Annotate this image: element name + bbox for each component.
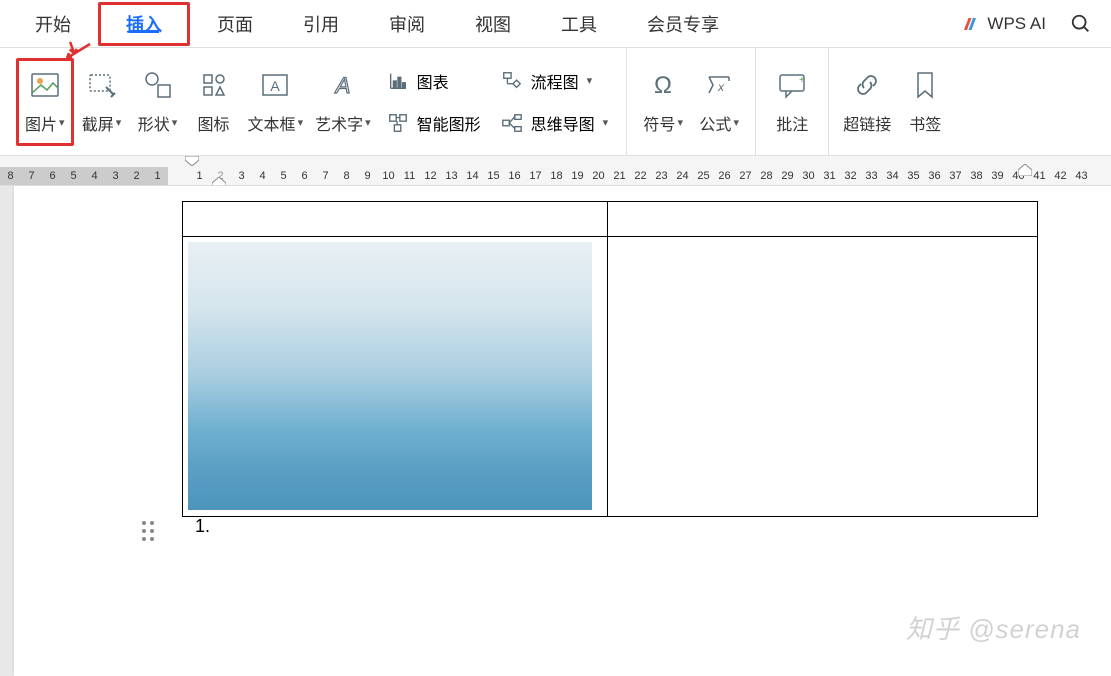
svg-text:+: + xyxy=(799,75,805,86)
hyperlink-button[interactable]: 超链接 xyxy=(837,61,897,143)
list-number-label: 1. xyxy=(195,516,210,537)
ruler-positive-area: 1 2 3 4 5 6 7 8 9 10 11 12 13 14 15 16 1… xyxy=(168,167,1092,185)
ruler-negative-area: 8 7 6 5 4 3 2 1 xyxy=(0,167,168,185)
insert-picture-button[interactable]: 图片▾ xyxy=(16,58,74,146)
shapes-icon xyxy=(142,69,174,101)
svg-text:Ω: Ω xyxy=(654,72,672,99)
table-cell[interactable] xyxy=(183,202,608,237)
mindmap-icon xyxy=(501,112,523,134)
screenshot-icon xyxy=(86,69,118,101)
table-cell[interactable] xyxy=(608,237,1038,517)
first-line-indent-marker-icon[interactable] xyxy=(185,156,199,166)
drag-handle-icon[interactable] xyxy=(140,519,156,543)
flowchart-button[interactable]: 流程图▾ xyxy=(497,62,613,100)
watermark: 知乎 @serena xyxy=(906,609,1081,646)
chevron-down-icon: ▾ xyxy=(172,116,178,129)
textbox-button[interactable]: A 文本框▾ xyxy=(242,61,310,143)
annotation-arrow-icon xyxy=(64,40,94,60)
inserted-image[interactable] xyxy=(188,242,592,510)
symbol-icon: Ω xyxy=(647,69,679,101)
svg-text:x: x xyxy=(717,80,725,94)
smartart-button[interactable]: 智能图形 xyxy=(383,104,485,142)
document-area: 1. 知乎 @serena xyxy=(0,186,1111,676)
equation-button[interactable]: x 公式▾ xyxy=(691,61,747,143)
chevron-down-icon: ▾ xyxy=(677,116,683,129)
tab-bar: 开始 插入 页面 引用 审阅 视图 工具 会员专享 WPS AI xyxy=(0,0,1111,48)
wordart-button[interactable]: A 艺术字▾ xyxy=(309,61,377,143)
chevron-down-icon: ▾ xyxy=(365,116,371,129)
textbox-icon: A xyxy=(259,69,291,101)
icons-button[interactable]: 图标 xyxy=(186,61,242,143)
ribbon-toolbar: 图片▾ 截屏▾ 形状▾ 图标 A 文本框▾ A 艺术字▾ 图表 xyxy=(0,48,1111,156)
search-icon xyxy=(1070,13,1092,35)
indent-marker-icon[interactable] xyxy=(212,177,226,186)
screenshot-button[interactable]: 截屏▾ xyxy=(74,61,130,143)
svg-text:A: A xyxy=(271,78,281,94)
right-indent-marker-icon[interactable] xyxy=(1018,164,1032,176)
tab-reference[interactable]: 引用 xyxy=(278,0,364,48)
mindmap-button[interactable]: 思维导图▾ xyxy=(497,104,613,142)
icons-icon xyxy=(198,69,230,101)
chart-icon xyxy=(387,70,409,92)
bookmark-icon xyxy=(909,69,941,101)
wordart-icon: A xyxy=(327,69,359,101)
tab-member[interactable]: 会员专享 xyxy=(622,0,744,48)
chevron-down-icon: ▾ xyxy=(116,116,122,129)
horizontal-ruler[interactable]: 8 7 6 5 4 3 2 1 1 2 3 4 5 6 7 8 9 10 11 … xyxy=(0,156,1111,186)
table-cell-with-image[interactable] xyxy=(183,237,608,517)
wps-ai-button[interactable]: WPS AI xyxy=(946,14,1061,34)
search-button[interactable] xyxy=(1061,4,1101,44)
equation-icon: x xyxy=(703,69,735,101)
document-page[interactable]: 1. 知乎 @serena xyxy=(14,186,1111,676)
table-cell[interactable] xyxy=(608,202,1038,237)
chart-button[interactable]: 图表 xyxy=(383,62,485,100)
chevron-down-icon: ▾ xyxy=(603,116,609,129)
chevron-down-icon: ▾ xyxy=(587,74,593,87)
chevron-down-icon: ▾ xyxy=(298,116,304,129)
tab-view[interactable]: 视图 xyxy=(450,0,536,48)
bookmark-button[interactable]: 书签 xyxy=(897,61,953,143)
svg-text:A: A xyxy=(334,73,351,98)
wps-ai-icon xyxy=(961,15,979,33)
tab-insert[interactable]: 插入 xyxy=(98,2,190,46)
picture-icon xyxy=(29,69,61,101)
smartart-icon xyxy=(387,112,409,134)
tab-review[interactable]: 审阅 xyxy=(364,0,450,48)
symbol-button[interactable]: Ω 符号▾ xyxy=(635,61,691,143)
comment-icon: + xyxy=(776,69,808,101)
chevron-down-icon: ▾ xyxy=(59,116,65,129)
tab-tools[interactable]: 工具 xyxy=(536,0,622,48)
chevron-down-icon: ▾ xyxy=(733,116,739,129)
flowchart-icon xyxy=(501,70,523,92)
tab-page[interactable]: 页面 xyxy=(192,0,278,48)
document-table[interactable] xyxy=(182,201,1038,517)
table-row[interactable] xyxy=(183,237,1038,517)
hyperlink-icon xyxy=(851,69,883,101)
comment-button[interactable]: + 批注 xyxy=(764,61,820,143)
table-row[interactable] xyxy=(183,202,1038,237)
shapes-button[interactable]: 形状▾ xyxy=(130,61,186,143)
